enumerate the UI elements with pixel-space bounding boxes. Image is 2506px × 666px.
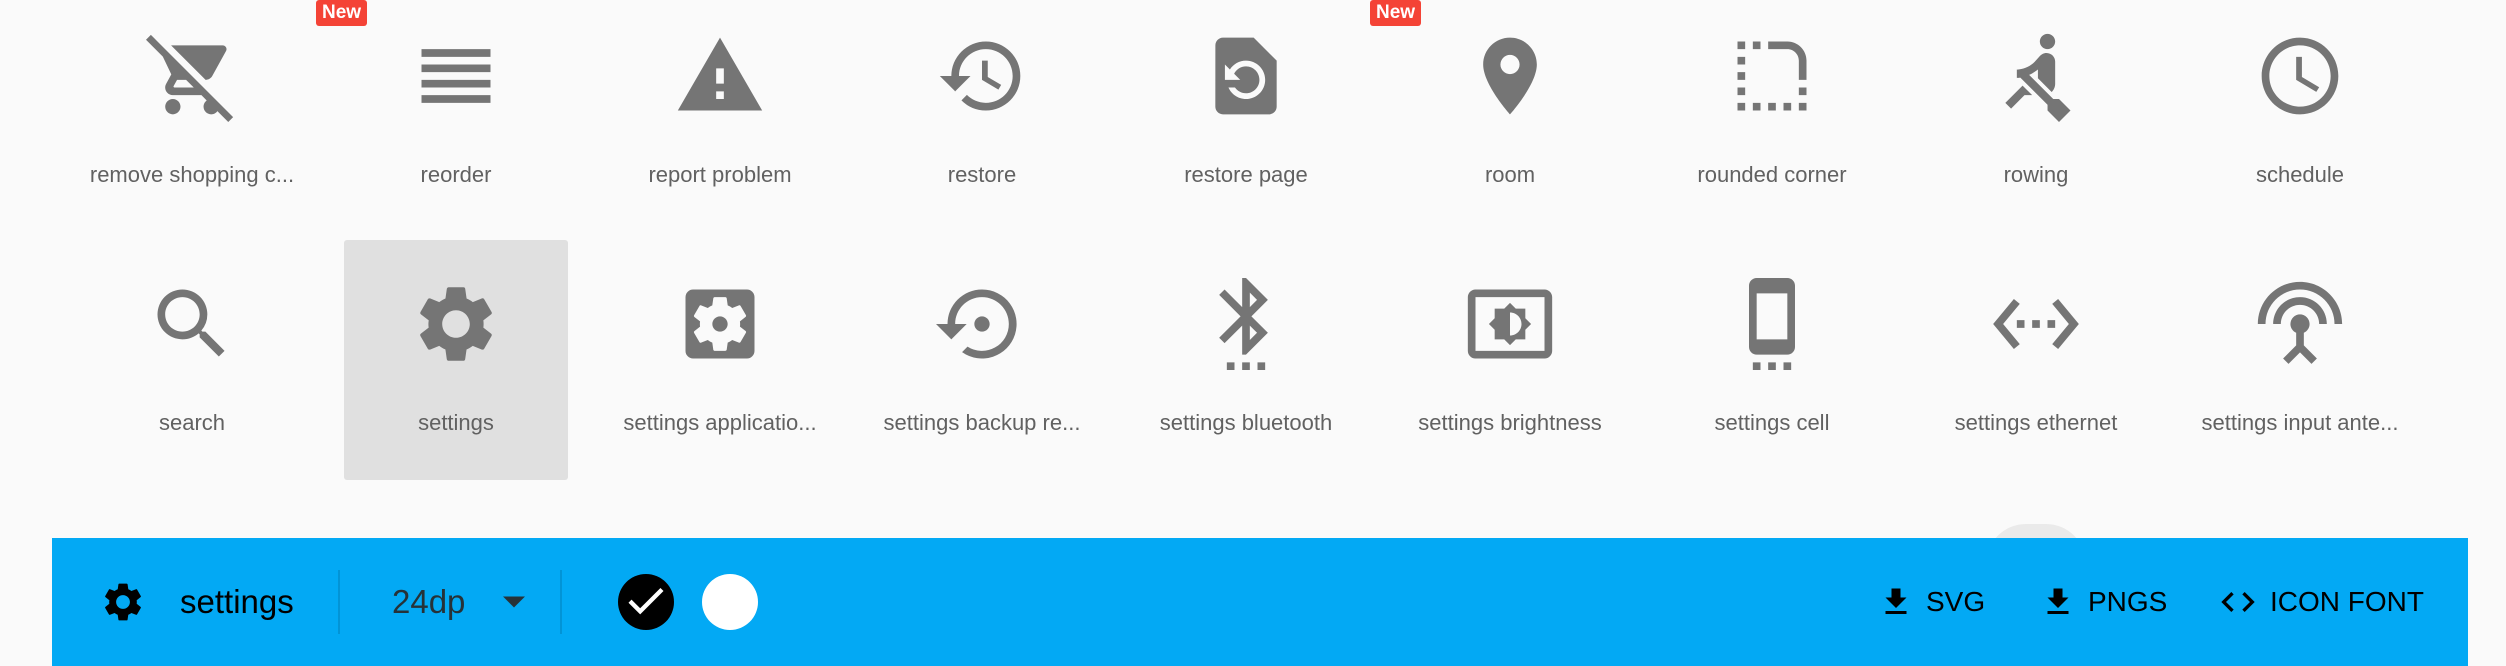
size-value: 24dp: [392, 583, 466, 620]
icon-cell-settings-input-antenna[interactable]: settings input ante...: [2188, 240, 2412, 480]
restore-icon: [939, 41, 1021, 111]
download-pngs-label: PNGS: [2088, 586, 2168, 617]
icon-font-button[interactable]: ICON FONT: [2218, 538, 2424, 666]
icon-label: settings brightness: [1418, 410, 1602, 435]
dropdown-arrow-icon: [503, 596, 526, 608]
icon-label: settings bluetooth: [1159, 410, 1333, 435]
icon-label: settings cell: [1714, 410, 1830, 435]
icon-cell-rounded-corner[interactable]: rounded corner: [1660, 0, 1884, 232]
color-swatch-black[interactable]: [618, 574, 674, 630]
icon-font-label: ICON FONT: [2270, 586, 2424, 617]
location-pin-icon: [1483, 37, 1537, 115]
icon-label: restore page: [1184, 162, 1308, 187]
size-dropdown[interactable]: 24dp: [392, 538, 526, 666]
icon-cell-restore[interactable]: restore: [870, 0, 1094, 232]
color-swatch-white[interactable]: [702, 574, 758, 630]
icon-cell-restore-page[interactable]: New restore page: [1134, 0, 1422, 232]
icon-label: rounded corner: [1697, 162, 1847, 187]
download-svg-label: SVG: [1926, 586, 1986, 617]
icon-label: rowing: [2003, 162, 2069, 187]
icon-label: report problem: [648, 162, 792, 187]
icon-label: settings input ante...: [2201, 410, 2399, 435]
download-pngs-button[interactable]: PNGS: [2040, 538, 2167, 666]
icon-label: settings: [418, 410, 494, 435]
icon-label: remove shopping c...: [89, 162, 295, 187]
antenna-icon: [2257, 281, 2343, 364]
rowing-icon: [2005, 33, 2071, 122]
settings-applications-icon: [685, 289, 755, 359]
toolbar-divider: [338, 570, 340, 634]
download-icon: [2047, 588, 2069, 614]
check-icon: [628, 588, 664, 615]
icon-cell-settings-cell[interactable]: settings cell: [1660, 240, 1884, 480]
download-svg-button[interactable]: SVG: [1878, 538, 1985, 666]
code-icon: [2221, 592, 2255, 612]
icon-cell-reorder[interactable]: reorder: [344, 0, 568, 232]
bluetooth-icon: [1219, 278, 1268, 370]
selected-icon-toolbar: settings 24dp SVG PNGS ICON FONT: [52, 538, 2468, 666]
brightness-icon: [1467, 289, 1553, 359]
icon-cell-room[interactable]: room: [1398, 0, 1622, 232]
icon-label: schedule: [2255, 162, 2345, 187]
warning-icon: [677, 37, 763, 111]
icon-cell-remove-shopping-cart[interactable]: New remove shopping c...: [80, 0, 368, 232]
icon-label: reorder: [420, 162, 492, 187]
icon-label: settings applicatio...: [623, 410, 817, 435]
icon-cell-settings-applications[interactable]: settings applicatio...: [608, 240, 832, 480]
icon-cell-settings-ethernet[interactable]: settings ethernet: [1924, 240, 2148, 480]
icon-label: settings ethernet: [1954, 410, 2118, 435]
icon-label: restore: [947, 162, 1017, 187]
icon-cell-settings[interactable]: settings: [344, 240, 568, 480]
icon-label: room: [1484, 162, 1536, 187]
download-icon: [1885, 588, 1907, 614]
toolbar-divider: [560, 570, 562, 634]
icon-cell-settings-bluetooth[interactable]: settings bluetooth: [1134, 240, 1358, 480]
icon-cell-settings-brightness[interactable]: settings brightness: [1398, 240, 1622, 480]
clock-icon: [2261, 37, 2339, 115]
icon-label: settings backup re...: [883, 410, 1081, 435]
icon-cell-settings-backup-restore[interactable]: settings backup re...: [870, 240, 1094, 480]
icon-cell-search[interactable]: search: [80, 240, 304, 480]
icon-cell-rowing[interactable]: rowing: [1924, 0, 2148, 232]
selected-icon-name: settings: [180, 583, 294, 620]
remove-shopping-cart-icon: [146, 34, 234, 122]
cell-phone-icon: [1749, 278, 1795, 370]
reorder-icon: [421, 49, 491, 103]
backup-restore-icon: [936, 289, 1017, 359]
restore-page-icon: [1215, 37, 1277, 115]
icon-label: search: [158, 410, 226, 435]
selected-icon-preview: [100, 538, 146, 666]
rounded-corner-icon: [1737, 41, 1807, 111]
gear-icon: [105, 583, 141, 621]
icon-cell-schedule[interactable]: schedule: [2188, 0, 2412, 232]
gear-icon: [420, 287, 492, 361]
ethernet-icon: [1993, 299, 2079, 349]
search-icon: [157, 289, 225, 357]
icon-cell-report-problem[interactable]: report problem: [608, 0, 832, 232]
